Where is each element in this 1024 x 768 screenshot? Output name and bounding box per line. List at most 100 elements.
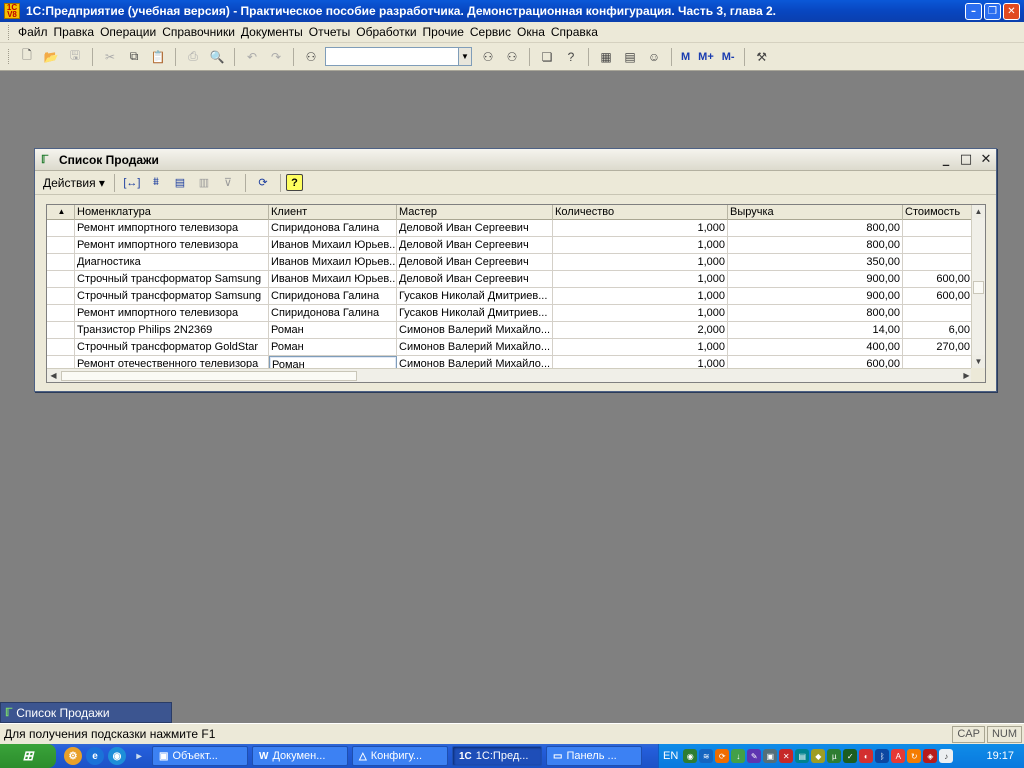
torrent-icon[interactable]: µ: [827, 749, 842, 763]
cell-revenue[interactable]: 14,00: [728, 322, 903, 338]
taskbar-item[interactable]: ▭ Панель ...: [546, 746, 642, 766]
close-button[interactable]: ✕: [1003, 2, 1020, 20]
cell-revenue[interactable]: 900,00: [728, 271, 903, 287]
table-row[interactable]: Транзистор Philips 2N2369 Роман Симонов …: [47, 322, 973, 339]
menu-processing[interactable]: Обработки: [353, 25, 419, 39]
scroll-down-icon[interactable]: ▼: [972, 355, 985, 368]
acrobat-icon[interactable]: A: [891, 749, 906, 763]
actions-menu-button[interactable]: Действия ▾: [39, 176, 109, 190]
column-header[interactable]: Выручка: [728, 205, 903, 220]
sync-icon[interactable]: ⟳: [715, 749, 730, 763]
scroll-left-icon[interactable]: ◀: [47, 369, 60, 382]
undo-icon[interactable]: ↶: [242, 47, 262, 67]
column-header[interactable]: Номенклатура: [75, 205, 269, 220]
cell-quantity[interactable]: 1,000: [553, 288, 728, 304]
cell-nomenclature[interactable]: Ремонт импортного телевизора: [75, 237, 269, 253]
cell-master[interactable]: Симонов Валерий Михайло...: [397, 339, 553, 355]
cell-client[interactable]: Иванов Михаил Юрьев...: [269, 271, 397, 287]
calendar-icon[interactable]: ▤: [620, 47, 640, 67]
cell-cost[interactable]: 600,00: [903, 288, 973, 304]
scroll-up-icon[interactable]: ▲: [972, 205, 985, 218]
disconnected-icon[interactable]: ✕: [779, 749, 794, 763]
minimize-button[interactable]: –: [965, 2, 982, 20]
find-next-icon[interactable]: ⚇: [478, 47, 498, 67]
cell-nomenclature[interactable]: Ремонт импортного телевизора: [75, 220, 269, 236]
memory-button[interactable]: M: [681, 51, 690, 63]
volume-icon[interactable]: ♪: [939, 749, 954, 763]
window-maximize-button[interactable]: □: [956, 151, 976, 169]
cell-client[interactable]: Спиридонова Галина: [269, 305, 397, 321]
cell-cost[interactable]: [903, 220, 973, 236]
menu-windows[interactable]: Окна: [514, 25, 548, 39]
filter-history-icon[interactable]: ▥: [194, 174, 214, 192]
bluetooth-icon[interactable]: ᛒ: [875, 749, 890, 763]
cell-cost[interactable]: 600,00: [903, 271, 973, 287]
cell-quantity[interactable]: 1,000: [553, 237, 728, 253]
cell-cost[interactable]: [903, 254, 973, 270]
find-binoculars-icon[interactable]: ⚇: [301, 47, 321, 67]
language-indicator[interactable]: EN: [663, 750, 678, 762]
copy-icon[interactable]: ⧉: [124, 47, 144, 67]
cell-cost[interactable]: [903, 305, 973, 321]
find-prev-icon[interactable]: ⚇: [502, 47, 522, 67]
save-icon[interactable]: 🖫: [65, 47, 85, 67]
menu-reports[interactable]: Отчеты: [306, 25, 353, 39]
globe-icon[interactable]: ◉: [108, 747, 126, 765]
cell-nomenclature[interactable]: Строчный трансформатор GoldStar: [75, 339, 269, 355]
cell-quantity[interactable]: 1,000: [553, 305, 728, 321]
settings-icon[interactable]: ⚙: [64, 747, 82, 765]
cell-master[interactable]: Гусаков Николай Дмитриев...: [397, 305, 553, 321]
calendar-grid-icon[interactable]: ▦: [596, 47, 616, 67]
window-minimize-button[interactable]: _: [936, 151, 956, 169]
paste-icon[interactable]: 📋: [148, 47, 168, 67]
browser-icon[interactable]: e: [86, 747, 104, 765]
cell-nomenclature[interactable]: Ремонт импортного телевизора: [75, 305, 269, 321]
table-row[interactable]: Ремонт импортного телевизора Спиридонова…: [47, 305, 973, 322]
filter-icon[interactable]: ⩩: [146, 174, 166, 192]
window-tab-sales-list[interactable]: ℾ Список Продажи: [0, 702, 172, 723]
search-input[interactable]: [325, 47, 459, 66]
menu-operations[interactable]: Операции: [97, 25, 159, 39]
cell-quantity[interactable]: 1,000: [553, 254, 728, 270]
memory-minus-button[interactable]: M-: [722, 51, 735, 63]
menu-documents[interactable]: Документы: [238, 25, 306, 39]
security-icon[interactable]: ✓: [843, 749, 858, 763]
cell-master[interactable]: Симонов Валерий Михайло...: [397, 356, 553, 368]
cell-nomenclature[interactable]: Строчный трансформатор Samsung: [75, 288, 269, 304]
interval-icon[interactable]: [↔]: [122, 174, 142, 192]
cell-client[interactable]: Спиридонова Галина: [269, 288, 397, 304]
cell-cost[interactable]: 270,00: [903, 339, 973, 355]
users-icon[interactable]: ☺: [644, 47, 664, 67]
table-row[interactable]: Строчный трансформатор Samsung Иванов Ми…: [47, 271, 973, 288]
cell-client[interactable]: Спиридонова Галина: [269, 220, 397, 236]
shield-icon[interactable]: ◆: [811, 749, 826, 763]
cell-client[interactable]: Иванов Михаил Юрьев...: [269, 254, 397, 270]
filter-by-value-icon[interactable]: ▤: [170, 174, 190, 192]
print-icon[interactable]: ⎙: [183, 47, 203, 67]
menu-service[interactable]: Сервис: [467, 25, 514, 39]
column-header[interactable]: Стоимость: [903, 205, 973, 220]
cell-client[interactable]: Роман: [269, 322, 397, 338]
cell-nomenclature[interactable]: Диагностика: [75, 254, 269, 270]
table-row[interactable]: Ремонт импортного телевизора Иванов Миха…: [47, 237, 973, 254]
cell-quantity[interactable]: 1,000: [553, 339, 728, 355]
help-1c-icon[interactable]: ?: [561, 47, 581, 67]
cell-cost[interactable]: 6,00: [903, 322, 973, 338]
refresh-icon[interactable]: ⟳: [253, 174, 273, 192]
new-document-icon[interactable]: 🗋: [17, 47, 37, 67]
cell-revenue[interactable]: 800,00: [728, 237, 903, 253]
cell-client[interactable]: Роман: [269, 339, 397, 355]
cell-master[interactable]: Деловой Иван Сергеевич: [397, 271, 553, 287]
column-header[interactable]: Мастер: [397, 205, 553, 220]
cell-master[interactable]: Симонов Валерий Михайло...: [397, 322, 553, 338]
monitor-icon[interactable]: ▤: [795, 749, 810, 763]
column-header[interactable]: Количество: [553, 205, 728, 220]
cell-quantity[interactable]: 2,000: [553, 322, 728, 338]
menu-help[interactable]: Справка: [548, 25, 601, 39]
cell-revenue[interactable]: 800,00: [728, 220, 903, 236]
print-preview-icon[interactable]: 🔍: [207, 47, 227, 67]
column-header[interactable]: Клиент: [269, 205, 397, 220]
tools-icon[interactable]: ⚒: [752, 47, 772, 67]
download-icon[interactable]: ↓: [731, 749, 746, 763]
cell-revenue[interactable]: 600,00: [728, 356, 903, 368]
